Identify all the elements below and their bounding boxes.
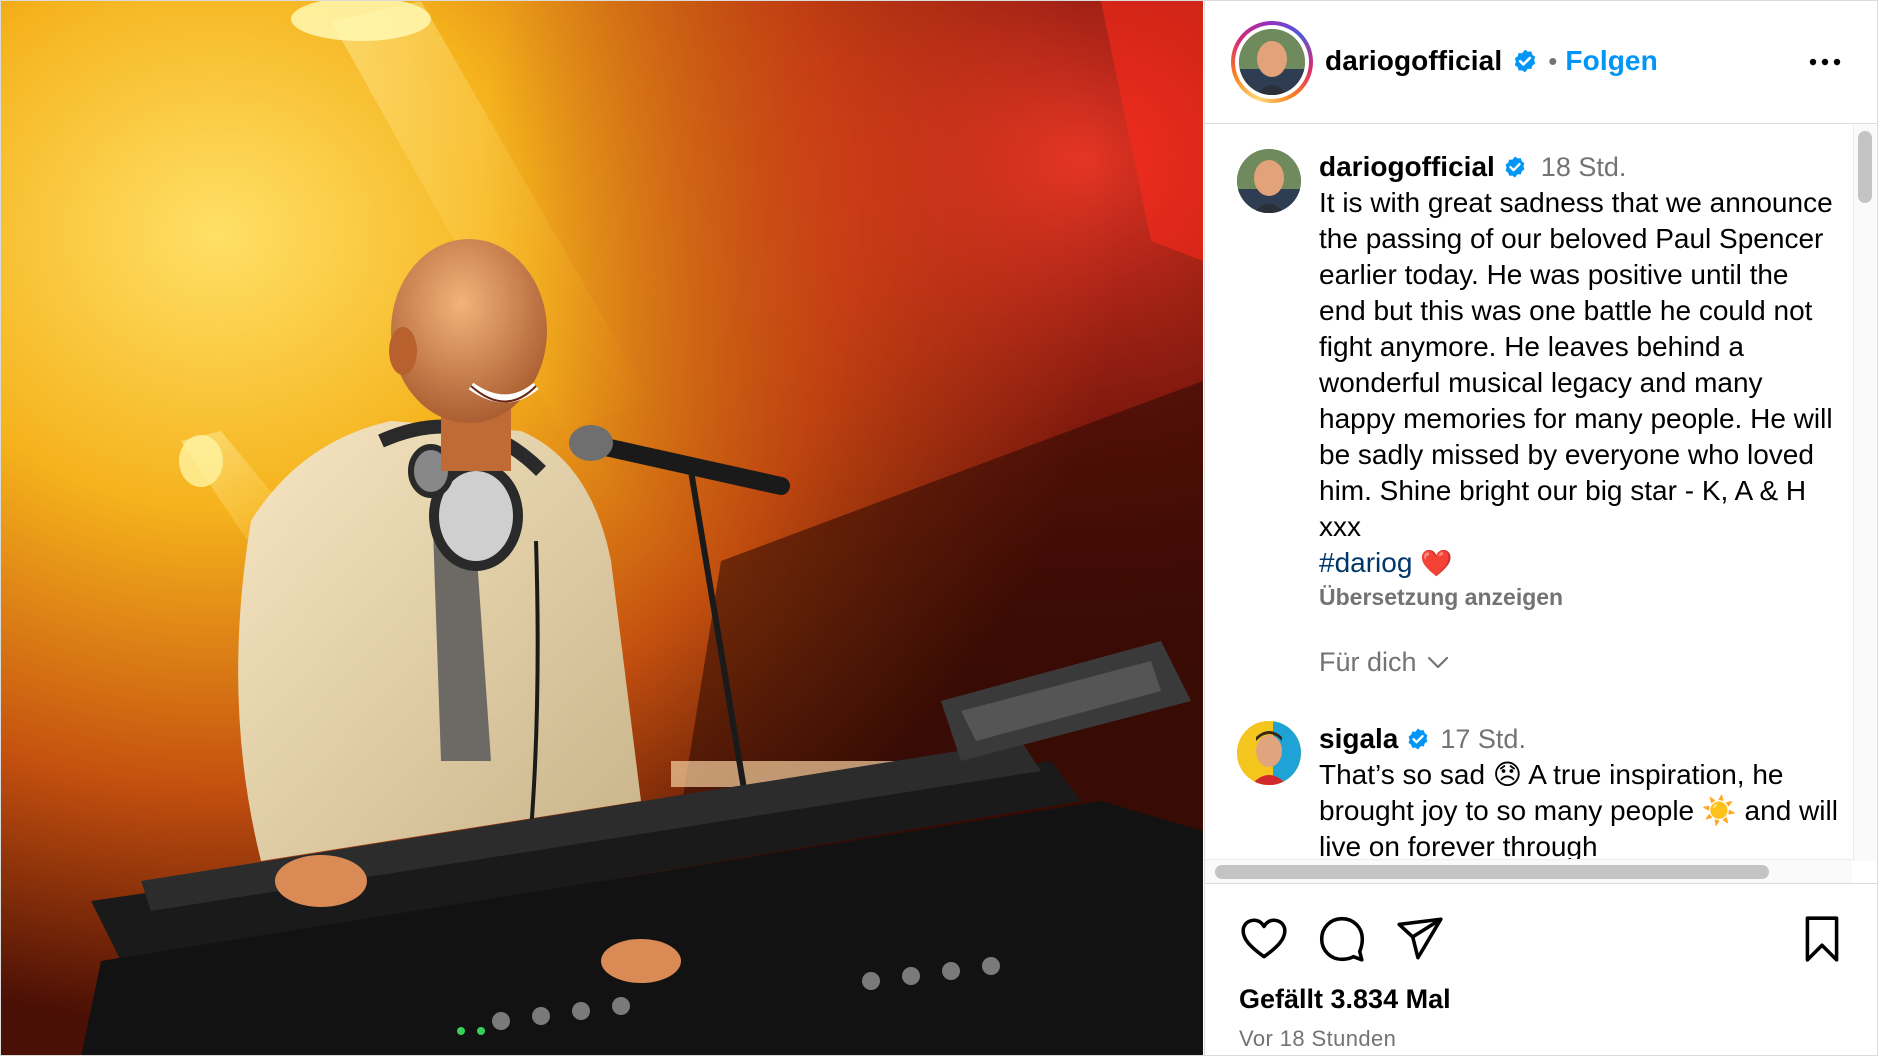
post-sidebar: dariogofficial • Folgen dariogofficial 1…	[1204, 1, 1877, 1055]
post-timestamp[interactable]: Vor 18 Stunden	[1239, 1026, 1396, 1052]
avatar-sigala-icon	[1237, 721, 1301, 785]
comment-username[interactable]: sigala	[1319, 721, 1398, 757]
comment-time[interactable]: 17 Std.	[1440, 721, 1526, 757]
vertical-scrollbar-track[interactable]	[1853, 125, 1877, 861]
comment-text: That’s so sad 😞 A true inspiration, he b…	[1319, 759, 1846, 861]
show-translation-link[interactable]: Übersetzung anzeigen	[1319, 581, 1839, 613]
hashtag-link[interactable]: #dariog	[1319, 547, 1412, 578]
header-separator: •	[1548, 45, 1558, 76]
caption-time[interactable]: 18 Std.	[1541, 149, 1627, 185]
follow-button[interactable]: Folgen	[1565, 45, 1657, 77]
instagram-post: dariogofficial • Folgen dariogofficial 1…	[0, 0, 1878, 1056]
commenter-avatar[interactable]	[1237, 721, 1301, 785]
comment-icon[interactable]	[1317, 914, 1367, 964]
more-horizontal-icon[interactable]	[1808, 49, 1842, 75]
comments-list[interactable]: dariogofficial 18 Std. It is with great …	[1205, 125, 1857, 861]
story-ring[interactable]	[1231, 21, 1313, 103]
avatar-dariog-icon	[1239, 29, 1305, 95]
post-actions-footer: Gefällt 3.834 Mal Vor 18 Stunden	[1205, 883, 1877, 1055]
caption-author-avatar[interactable]	[1237, 149, 1301, 213]
chevron-down-icon	[1427, 656, 1448, 668]
verified-badge-icon	[1406, 727, 1430, 751]
likes-count[interactable]: Gefällt 3.834 Mal	[1239, 984, 1451, 1015]
horizontal-scrollbar-thumb[interactable]	[1215, 865, 1769, 879]
author-username[interactable]: dariogofficial	[1325, 45, 1502, 77]
post-header: dariogofficial • Folgen	[1205, 1, 1877, 124]
concert-photo-image	[1, 1, 1203, 1055]
red-heart-emoji: ❤️	[1420, 548, 1453, 578]
caption-username[interactable]: dariogofficial	[1319, 149, 1495, 185]
bookmark-icon[interactable]	[1797, 914, 1847, 964]
for-you-sort-dropdown[interactable]: Für dich	[1319, 647, 1449, 678]
caption-text: It is with great sadness that we announc…	[1319, 187, 1841, 542]
paper-plane-icon[interactable]	[1395, 914, 1445, 964]
post-photo[interactable]	[1, 1, 1203, 1055]
for-you-label: Für dich	[1319, 647, 1417, 677]
avatar-dariog-icon	[1237, 149, 1301, 213]
author-avatar[interactable]	[1239, 29, 1305, 95]
verified-badge-icon	[1512, 48, 1538, 74]
heart-icon[interactable]	[1239, 914, 1289, 964]
vertical-scrollbar-thumb[interactable]	[1858, 131, 1872, 203]
verified-badge-icon	[1503, 155, 1527, 179]
